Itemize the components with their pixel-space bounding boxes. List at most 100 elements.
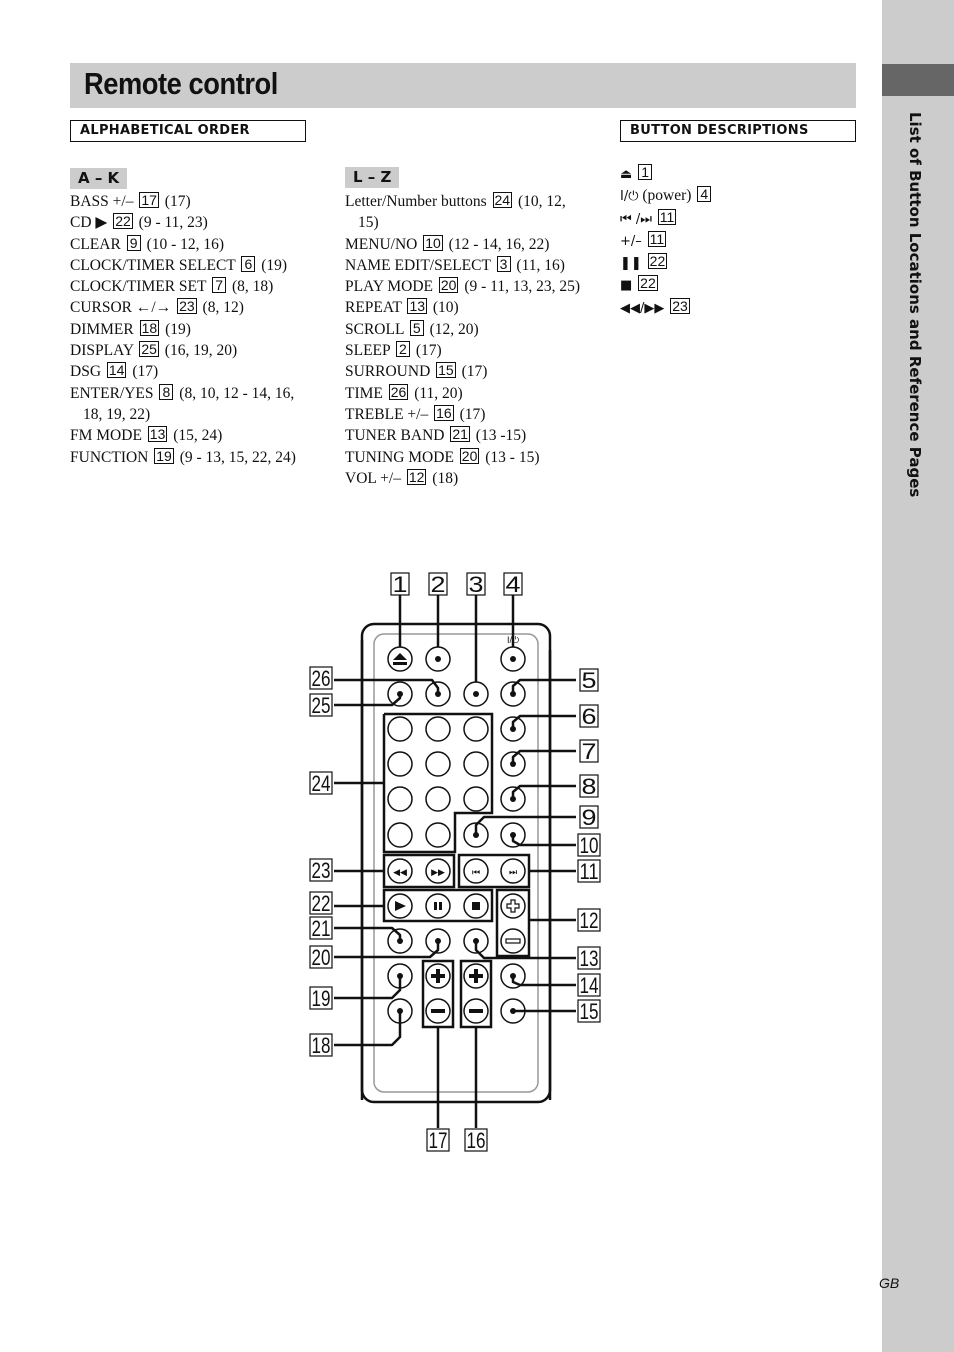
pause-button xyxy=(425,893,451,919)
callout-number: 10 xyxy=(423,234,443,251)
page-references: (10 - 12, 16) xyxy=(142,235,225,253)
index-entry: CLEAR 9 (10 - 12, 16) xyxy=(70,234,315,255)
name-edit-button-dot xyxy=(473,691,479,697)
callout-label-14: 14 xyxy=(580,973,599,998)
page-references: (11, 20) xyxy=(410,384,463,402)
callout-number: 6 xyxy=(241,255,256,272)
keypad-button xyxy=(425,751,451,777)
page-references: (8, 12) xyxy=(198,299,244,317)
index-entry: CURSOR ←/→ 23 (8, 12) xyxy=(70,297,315,318)
index-entry: MENU/NO 10 (12 - 14, 16, 22) xyxy=(345,234,590,255)
entry-label: PLAY MODE xyxy=(345,278,437,296)
previous-track-icon: ⏮ xyxy=(472,867,480,877)
region-code: GB xyxy=(879,1275,900,1291)
page-references: (17) xyxy=(160,193,191,210)
rewind-icon: ◀◀ xyxy=(393,867,407,877)
page-references: (19) xyxy=(257,256,288,274)
entry-label: CURSOR ←/→ xyxy=(70,299,176,317)
index-entry: DISPLAY 25 (16, 19, 20) xyxy=(70,340,315,361)
page-references: (13 - 15) xyxy=(481,448,540,466)
keypad-button xyxy=(387,786,413,812)
callout-number: 4 xyxy=(697,186,712,203)
button-descriptions-list: ⏏ 1 I/⏻ (power) 4 ⏮ /⏭ 11 +/– 11 ❚❚ 22 ■ 22 ◀◀… xyxy=(620,163,850,319)
callout-label-24: 24 xyxy=(312,771,331,796)
callout-label-20: 20 xyxy=(312,945,331,970)
page-references: (9 - 11, 23) xyxy=(134,214,208,232)
index-entry: DSG 14 (17) xyxy=(70,361,315,382)
callout-number: 8 xyxy=(159,383,174,400)
callout-number: 22 xyxy=(113,213,133,230)
callout-label-4: 4 xyxy=(506,572,521,597)
page-references: (9 - 13, 15, 22, 24) xyxy=(175,448,296,466)
entry-label: ENTER/YES xyxy=(70,384,158,402)
callout-label-7: 7 xyxy=(582,739,597,764)
button-symbol-icon: ⏏ xyxy=(620,167,633,182)
description-entry: ⏏ 1 xyxy=(620,163,850,185)
callout-label-8: 8 xyxy=(582,774,597,799)
page-title: Remote control xyxy=(84,66,278,101)
callout-label-18: 18 xyxy=(312,1033,331,1058)
callout-number: 26 xyxy=(388,383,409,400)
index-entry: CLOCK/TIMER SET 7 (8, 18) xyxy=(70,276,315,297)
index-entry: Letter/Number buttons 24 (10, 12, 15) xyxy=(345,191,590,234)
callout-number: 23 xyxy=(670,297,690,314)
keypad-button xyxy=(463,751,489,777)
entry-label: TREBLE +/– xyxy=(345,405,433,423)
callout-label-19: 19 xyxy=(312,986,331,1011)
range-a-k-badge: A – K xyxy=(70,168,128,189)
entry-label: DSG xyxy=(70,363,105,381)
callout-number: 25 xyxy=(139,341,159,358)
entry-label: TUNING MODE xyxy=(345,448,458,466)
callout-number: 1 xyxy=(638,164,653,180)
minus-icon xyxy=(505,938,521,944)
index-entry: NAME EDIT/SELECT 3 (11, 16) xyxy=(345,255,590,276)
callout-number: 3 xyxy=(496,255,511,272)
page-references: (10) xyxy=(429,299,459,317)
entry-label: DISPLAY xyxy=(70,342,138,360)
index-entry: SCROLL 5 (12, 20) xyxy=(345,319,590,340)
entry-label: TIME xyxy=(345,384,387,402)
page-references: (17) xyxy=(128,363,159,381)
callout-label-21: 21 xyxy=(312,916,331,941)
sleep-button-dot xyxy=(435,656,441,662)
callout-label-23: 23 xyxy=(312,858,331,883)
page-references: (12 - 14, 16, 22) xyxy=(444,235,550,253)
callout-number: 23 xyxy=(177,298,197,315)
callout-number: 24 xyxy=(492,192,513,208)
callout-number: 18 xyxy=(139,319,160,336)
button-symbol-icon: ■ xyxy=(620,278,633,294)
index-entry: BASS +/– 17 (17) xyxy=(70,191,315,212)
entry-label: BASS +/– xyxy=(70,193,138,210)
power-button-dot xyxy=(510,656,516,662)
description-entry: ❚❚ 22 xyxy=(620,252,850,274)
callout-number: 11 xyxy=(657,208,677,225)
callout-number: 15 xyxy=(436,362,456,379)
alphabetical-order-heading: ALPHABETICAL ORDER xyxy=(70,120,306,142)
minus-icon xyxy=(469,1009,483,1013)
callout-number: 20 xyxy=(438,277,459,294)
callout-number: 13 xyxy=(407,298,428,315)
index-entry: FUNCTION 19 (9 - 13, 15, 22, 24) xyxy=(70,447,315,468)
range-l-z-badge: L – Z xyxy=(345,167,400,188)
minus-icon xyxy=(431,1009,445,1013)
index-entry: TUNING MODE 20 (13 - 15) xyxy=(345,447,590,468)
description-entry: ◀◀/▶▶ 23 xyxy=(620,297,850,319)
description-text: (power) xyxy=(638,187,692,205)
callout-label-1: 1 xyxy=(393,572,408,597)
button-symbol-icon: ❚❚ xyxy=(620,256,642,272)
button-descriptions-heading: BUTTON DESCRIPTIONS xyxy=(620,120,856,142)
callout-number: 22 xyxy=(638,275,658,292)
page-references: (15, 24) xyxy=(169,427,223,445)
index-a-k-list: BASS +/– 17 (17) CD ▶ 22 (9 - 11, 23) CLEA… xyxy=(70,191,315,468)
description-entry: ⏮ /⏭ 11 xyxy=(620,208,850,230)
entry-label: CLEAR xyxy=(70,235,125,253)
index-entry: PLAY MODE 20 (9 - 11, 13, 23, 25) xyxy=(345,276,590,297)
eject-icon-bar xyxy=(393,662,407,665)
entry-label: CLOCK/TIMER SELECT xyxy=(70,256,240,274)
entry-label: Letter/Number buttons xyxy=(345,193,491,210)
callout-label-6: 6 xyxy=(582,704,597,729)
entry-label: TUNER BAND xyxy=(345,427,449,445)
callout-number: 19 xyxy=(154,447,174,464)
description-entry: I/⏻ (power) 4 xyxy=(620,185,850,207)
pause-icon xyxy=(434,902,437,910)
